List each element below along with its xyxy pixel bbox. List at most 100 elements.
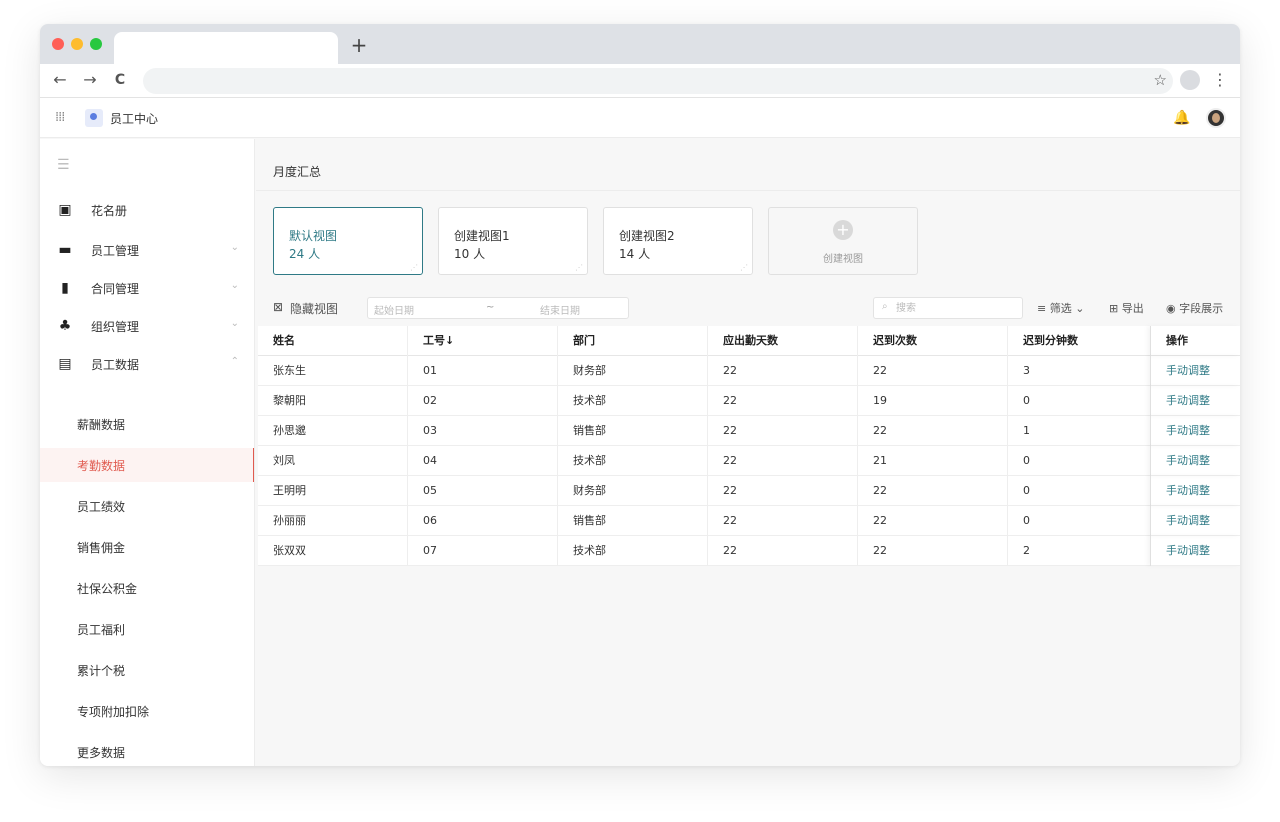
apps-grid-icon[interactable]: ⁞⁞⁞ — [55, 111, 71, 125]
manual-adjust-link[interactable]: 手动调整 — [1150, 506, 1240, 536]
start-date-field[interactable]: 起始日期 — [374, 302, 414, 317]
column-header-actions: 操作 — [1150, 326, 1240, 356]
collapse-menu-icon[interactable]: ☰ — [57, 157, 70, 173]
view-count: 14 人 — [619, 247, 651, 261]
column-header-required-days[interactable]: 应出勤天数 — [708, 326, 858, 356]
table-row: 黎朝阳 02 技术部 22 19 0 手动调整 — [258, 386, 1240, 416]
star-icon[interactable]: ☆ — [1154, 71, 1167, 89]
forward-arrow-icon[interactable]: → — [80, 70, 100, 90]
manual-adjust-link[interactable]: 手动调整 — [1150, 476, 1240, 506]
sidebar-subitem-label: 考勤数据 — [77, 459, 126, 473]
sidebar-subitem-special-deduction[interactable]: 专项附加扣除 — [40, 694, 254, 728]
sidebar-subitem-sales-commission[interactable]: 销售佣金 — [40, 530, 254, 564]
cell-late-count: 22 — [858, 476, 1008, 506]
cell-required-days: 22 — [708, 416, 858, 446]
sidebar-item-org-management[interactable]: ♣ 组织管理 ⌄ — [40, 307, 254, 345]
search-box[interactable]: ⌕ — [873, 297, 1023, 319]
bell-icon[interactable]: 🔔 — [1173, 110, 1190, 126]
table-row: 王明明 05 财务部 22 22 0 手动调整 — [258, 476, 1240, 506]
cell-late-count: 22 — [858, 506, 1008, 536]
browser-tab[interactable] — [114, 32, 338, 64]
reload-icon[interactable]: C — [110, 70, 130, 90]
view-card-1[interactable]: 创建视图1 10 人 ⋰ — [438, 207, 588, 275]
back-arrow-icon[interactable]: ← — [50, 70, 70, 90]
new-tab-button[interactable]: + — [348, 34, 370, 56]
create-view-button[interactable]: + 创建视图 — [768, 207, 918, 275]
sidebar-subitem-cumulative-tax[interactable]: 累计个税 — [40, 653, 254, 687]
id-card-icon: ▤ — [58, 356, 72, 372]
window-minimize-button[interactable] — [71, 38, 83, 50]
filter-icon: ≡ — [1037, 302, 1050, 315]
browser-menu-icon[interactable]: ⋮ — [1212, 70, 1228, 90]
page-header: 月度汇总 — [256, 139, 1240, 191]
url-input[interactable]: ☆ — [143, 68, 1173, 94]
cell-late-count: 19 — [858, 386, 1008, 416]
sidebar-item-employee-data[interactable]: ▤ 员工数据 ⌃ — [40, 345, 254, 383]
end-date-field[interactable]: 结束日期 — [540, 302, 580, 317]
sidebar-subitem-social-insurance[interactable]: 社保公积金 — [40, 571, 254, 605]
chevron-down-icon: ⌄ — [230, 318, 239, 329]
resize-grip-icon: ⋰ — [740, 263, 748, 272]
sidebar-item-roster[interactable]: ▣ 花名册 — [40, 191, 254, 229]
main-content: 月度汇总 默认视图 24 人 ⋰ 创建视图1 10 人 ⋰ 创建视图2 14 人… — [256, 139, 1240, 766]
table-row: 孙思邈 03 销售部 22 22 1 手动调整 — [258, 416, 1240, 446]
filter-button[interactable]: ≡ 筛选 ⌄ — [1037, 300, 1084, 316]
view-card-default[interactable]: 默认视图 24 人 ⋰ — [273, 207, 423, 275]
resize-grip-icon: ⋰ — [575, 263, 583, 272]
date-range-picker[interactable]: 起始日期 ~ 结束日期 — [367, 297, 629, 319]
hide-view-button[interactable]: 隐藏视图 — [290, 300, 338, 317]
create-view-label: 创建视图 — [823, 254, 863, 265]
field-display-button[interactable]: ◉ 字段展示 — [1166, 300, 1223, 316]
column-header-name[interactable]: 姓名 — [258, 326, 408, 356]
manual-adjust-link[interactable]: 手动调整 — [1150, 536, 1240, 566]
cell-employee-id: 02 — [408, 386, 558, 416]
cell-late-minutes: 1 — [1023, 424, 1030, 437]
view-count: 10 人 — [454, 247, 486, 261]
column-header-department[interactable]: 部门 — [558, 326, 708, 356]
cell-employee-id: 03 — [408, 416, 558, 446]
manual-adjust-link[interactable]: 手动调整 — [1150, 446, 1240, 476]
cell-required-days: 22 — [708, 446, 858, 476]
window-maximize-button[interactable] — [90, 38, 102, 50]
folder-user-icon: ▬ — [58, 242, 72, 258]
cell-late-count: 22 — [858, 416, 1008, 446]
date-range-separator: ~ — [486, 302, 495, 313]
export-button[interactable]: ⊞ 导出 — [1109, 300, 1144, 316]
app-title: 员工中心 — [110, 112, 159, 126]
column-header-late-count[interactable]: 迟到次数 — [858, 326, 1008, 356]
hide-view-icon: ⊠ — [273, 300, 284, 314]
sidebar-item-contract-management[interactable]: ▮ 合同管理 ⌄ — [40, 269, 254, 307]
column-header-late-minutes[interactable]: 迟到分钟数 — [1008, 326, 1150, 356]
sidebar-subitem-salary-data[interactable]: 薪酬数据 — [40, 407, 254, 441]
table-row: 张东生 01 财务部 22 22 3 手动调整 — [258, 356, 1240, 386]
cell-employee-id: 05 — [408, 476, 558, 506]
resize-grip-icon: ⋰ — [410, 263, 418, 272]
sidebar-subitem-performance[interactable]: 员工绩效 — [40, 489, 254, 523]
cell-late-minutes: 0 — [1023, 454, 1030, 467]
manual-adjust-link[interactable]: 手动调整 — [1150, 416, 1240, 446]
sidebar-item-employee-management[interactable]: ▬ 员工管理 ⌄ — [40, 231, 254, 269]
chevron-down-icon: ⌄ — [230, 280, 239, 291]
view-card-2[interactable]: 创建视图2 14 人 ⋰ — [603, 207, 753, 275]
cell-department: 财务部 — [558, 476, 708, 506]
sidebar-subitem-attendance-data[interactable]: 考勤数据 — [40, 448, 254, 482]
manual-adjust-link[interactable]: 手动调整 — [1150, 386, 1240, 416]
cell-late-count: 22 — [858, 536, 1008, 566]
column-header-employee-id[interactable]: 工号↓ — [408, 326, 558, 356]
profile-icon[interactable] — [1180, 70, 1200, 90]
sidebar-subitem-label: 员工绩效 — [77, 500, 126, 514]
cell-employee-id: 07 — [408, 536, 558, 566]
sidebar-subitem-label: 社保公积金 — [77, 582, 138, 596]
cell-name: 王明明 — [258, 476, 408, 506]
attendance-table: 姓名 工号↓ 部门 应出勤天数 迟到次数 迟到分钟数 操作 张东生 01 财务部 22… — [258, 326, 1240, 566]
cell-employee-id: 01 — [408, 356, 558, 386]
cell-department: 销售部 — [558, 416, 708, 446]
window-close-button[interactable] — [52, 38, 64, 50]
cell-late-count: 21 — [858, 446, 1008, 476]
view-count: 24 人 — [289, 247, 321, 261]
manual-adjust-link[interactable]: 手动调整 — [1150, 356, 1240, 386]
search-input[interactable] — [896, 301, 1016, 316]
sidebar-subitem-more-data[interactable]: 更多数据 — [40, 735, 254, 766]
user-avatar[interactable] — [1206, 108, 1226, 128]
sidebar-subitem-benefits[interactable]: 员工福利 — [40, 612, 254, 646]
